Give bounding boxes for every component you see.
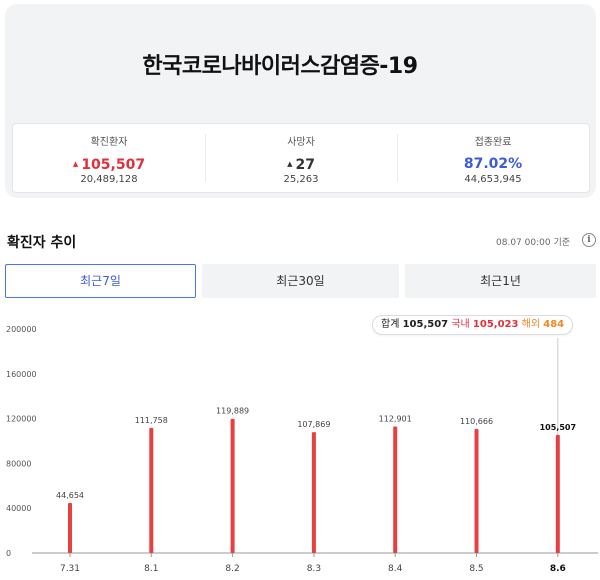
tooltip-overseas: 484 <box>543 319 565 330</box>
tooltip-domestic: 105,023 <box>472 319 519 330</box>
tooltip-total: 105,507 <box>402 319 449 330</box>
tooltip-total-label: 합계 <box>381 319 400 330</box>
summary-card: 한국코로나바이러스감염증-19 확진환자 ▲ 105,507 20,489,128… <box>5 4 596 198</box>
x-tick-label: 8.1 <box>144 564 158 574</box>
stat-total: 44,653,945 <box>464 174 522 185</box>
stat-confirmed: 확진환자 ▲ 105,507 20,489,128 <box>13 124 205 192</box>
stat-number: 87.02% <box>463 156 523 172</box>
bar-value-label: 44,654 <box>56 491 84 500</box>
y-tick-label: 40000 <box>6 504 31 513</box>
stat-total: 20,489,128 <box>80 174 138 185</box>
x-tick-label: 8.3 <box>307 564 321 574</box>
chart-tooltip: 합계 105,507 국내 105,023 해외 484 <box>372 315 574 335</box>
bar <box>68 502 72 553</box>
tooltip-domestic-label: 국내 <box>451 319 470 330</box>
bar <box>474 429 479 553</box>
y-tick-label: 120000 <box>6 415 37 424</box>
stat-number: 27 <box>295 157 315 173</box>
x-tick-label: 8.2 <box>225 564 239 574</box>
increase-arrow-icon: ▲ <box>287 160 293 168</box>
page-title: 한국코로나바이러스감염증-19 <box>142 54 418 79</box>
bar <box>230 418 235 553</box>
bar-value-label: 107,869 <box>297 420 330 429</box>
tab-recent-7-days[interactable]: 최근7일 <box>5 264 196 298</box>
stat-label: 사망자 <box>287 137 315 148</box>
tooltip-overseas-label: 해외 <box>521 319 541 330</box>
x-tick-label: 7.31 <box>60 564 80 574</box>
bar <box>555 434 560 553</box>
y-tick-label: 160000 <box>6 370 37 379</box>
tab-recent-1-year[interactable]: 최근1년 <box>405 264 596 298</box>
info-icon[interactable]: i <box>582 233 596 247</box>
bar <box>393 426 398 553</box>
section-title: 확진자 추이 <box>7 235 77 251</box>
increase-arrow-icon: ▲ <box>72 160 79 168</box>
bar-value-label: 105,507 <box>540 423 576 432</box>
stat-value: 87.02% <box>397 156 589 172</box>
y-tick-label: 200000 <box>6 325 37 334</box>
stats-panel: 확진환자 ▲ 105,507 20,489,128 사망자 ▲ 27 25,263 … <box>12 123 590 193</box>
bar-value-label: 111,758 <box>135 416 168 425</box>
bar-value-label: 119,889 <box>216 407 249 416</box>
bar-value-label: 110,666 <box>460 417 493 426</box>
stat-value: ▲ 105,507 <box>13 156 205 173</box>
confirmed-cases-chart: 0 40000 80000 120000 160000 200000 44,654 7.31 1… <box>6 325 598 574</box>
period-tabs: 최근7일 최근30일 최근1년 <box>5 264 596 298</box>
stat-vaccinated: 접종완료 87.02% 44,653,945 <box>397 124 589 192</box>
stat-total: 25,263 <box>283 174 319 185</box>
x-tick-label: 8.5 <box>469 564 483 574</box>
stat-label: 확진환자 <box>90 137 128 148</box>
stat-number: 105,507 <box>81 157 146 173</box>
stat-value: ▲ 27 <box>205 156 397 173</box>
x-tick-label: 8.6 <box>550 564 566 574</box>
bar <box>311 432 316 553</box>
bar-value-label: 112,901 <box>379 415 412 424</box>
updated-time: 08.07 00:00 기준 <box>496 238 570 248</box>
x-tick-label: 8.4 <box>388 564 403 574</box>
stat-deaths: 사망자 ▲ 27 25,263 <box>205 124 397 192</box>
y-tick-label: 80000 <box>6 459 31 468</box>
y-tick-label: 0 <box>6 549 11 558</box>
bar <box>149 427 154 553</box>
tab-recent-30-days[interactable]: 최근30일 <box>202 264 399 298</box>
stat-label: 접종완료 <box>474 137 512 148</box>
